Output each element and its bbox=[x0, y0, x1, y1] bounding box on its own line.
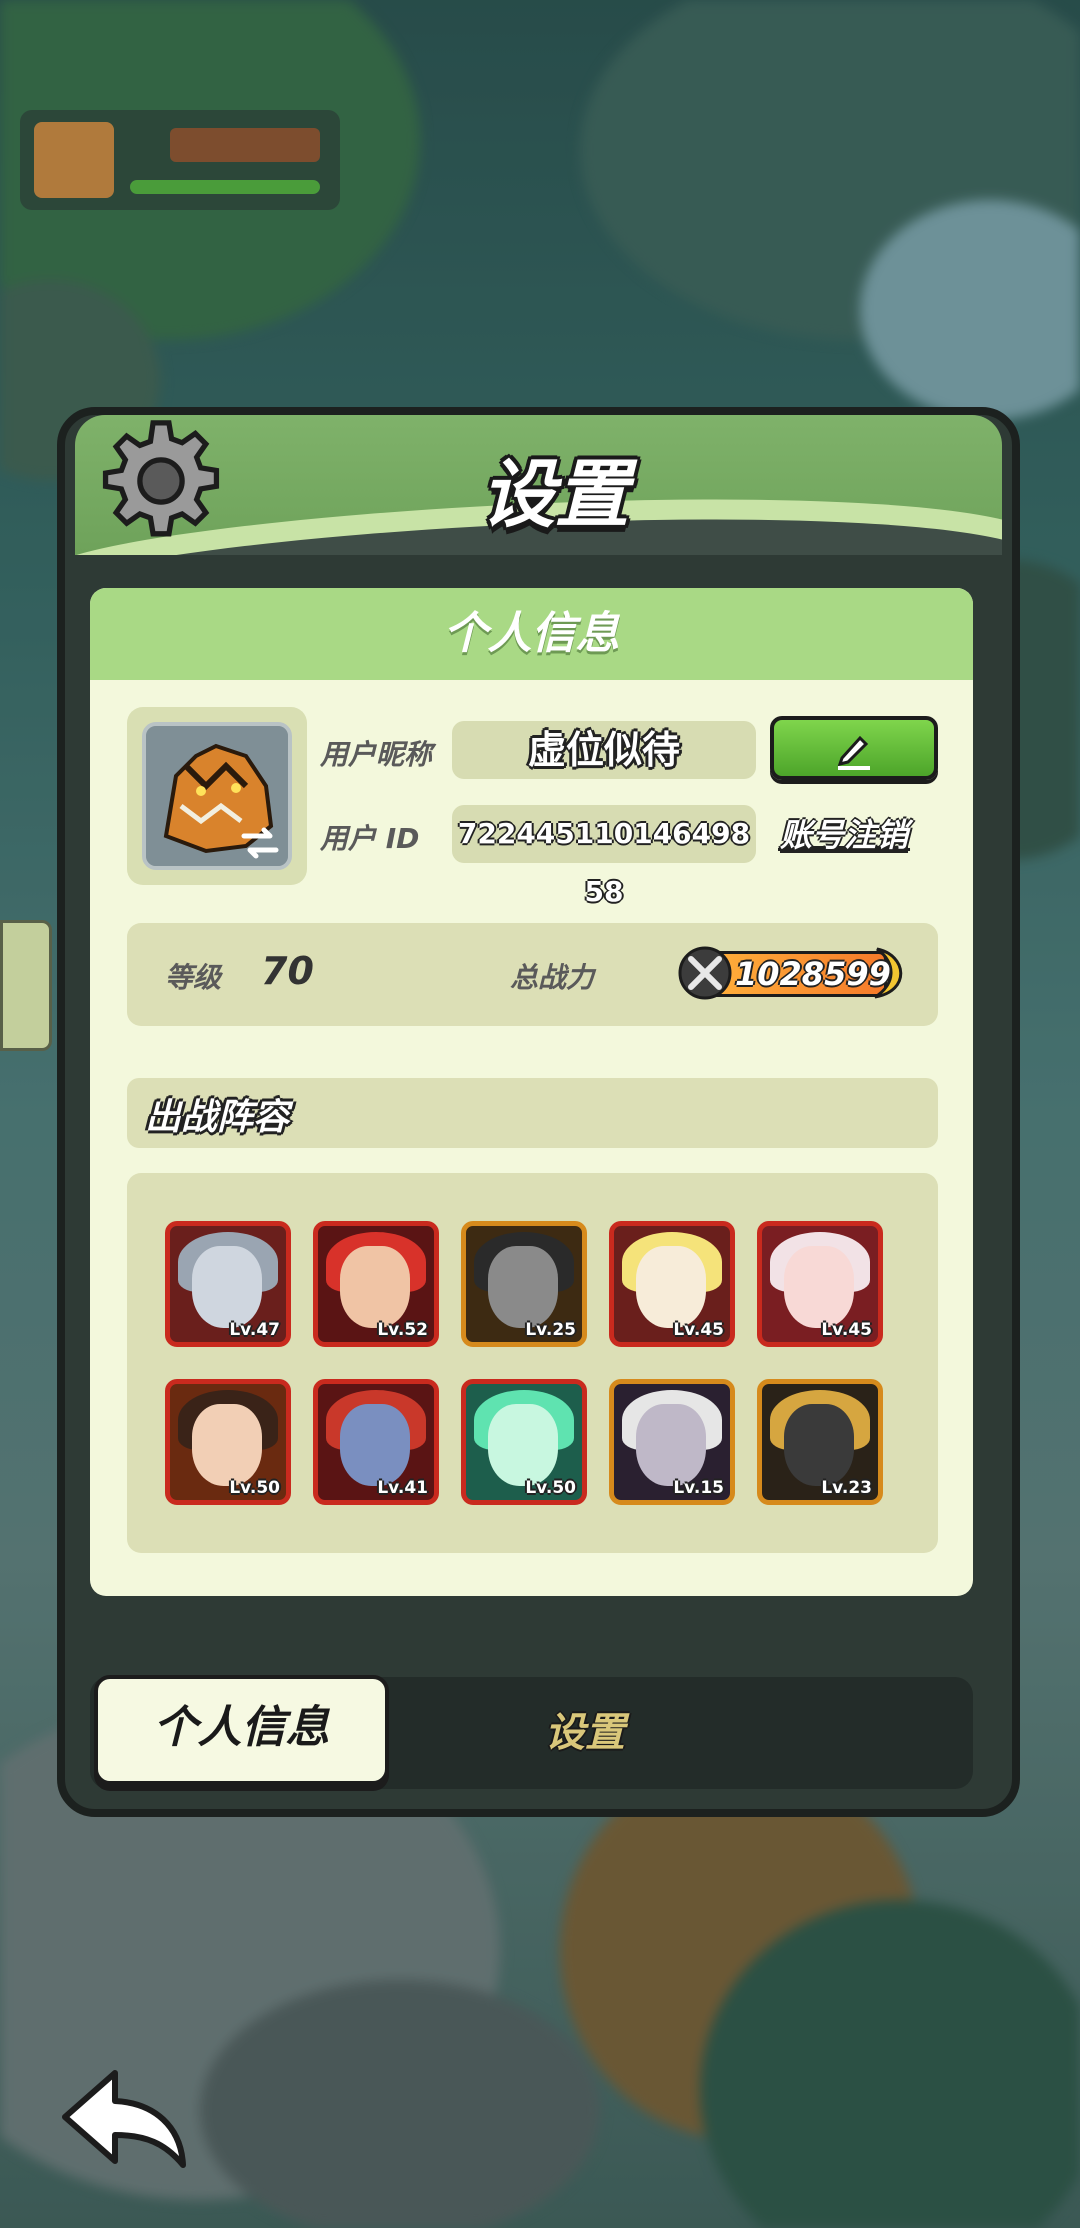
pencil-icon bbox=[837, 735, 870, 770]
edit-nickname-button[interactable] bbox=[770, 716, 938, 780]
power-label: 总战力 bbox=[510, 961, 595, 994]
power-badge: 1028599 bbox=[677, 945, 907, 1001]
level-value: 70 bbox=[261, 949, 314, 993]
user-id-label: 用户 ID bbox=[320, 822, 420, 855]
nickname-label: 用户昵称 bbox=[320, 738, 433, 771]
nickname-field: 虚位似待 bbox=[452, 721, 756, 779]
hero-portrait bbox=[784, 1246, 854, 1328]
hero-portrait bbox=[192, 1246, 262, 1328]
hero-portrait bbox=[340, 1404, 410, 1486]
back-arrow-icon[interactable] bbox=[55, 2065, 195, 2175]
hero-card[interactable]: Lv.50 bbox=[461, 1379, 587, 1505]
hero-level: Lv.50 bbox=[229, 1478, 280, 1498]
hero-level: Lv.41 bbox=[377, 1478, 428, 1498]
power-value: 1028599 bbox=[735, 955, 891, 993]
hero-level: Lv.23 bbox=[821, 1478, 872, 1498]
hero-card[interactable]: Lv.25 bbox=[461, 1221, 587, 1347]
hud-exp-bar bbox=[130, 180, 320, 194]
hero-level: Lv.52 bbox=[377, 1320, 428, 1340]
hero-portrait bbox=[488, 1404, 558, 1486]
hero-level: Lv.25 bbox=[525, 1320, 576, 1340]
avatar[interactable] bbox=[142, 722, 292, 870]
stats-row: 等级 70 总战力 1028599 bbox=[127, 923, 938, 1026]
tab-settings-label: 设置 bbox=[545, 1710, 625, 1756]
hero-card[interactable]: Lv.15 bbox=[609, 1379, 735, 1505]
hero-card[interactable]: Lv.45 bbox=[757, 1221, 883, 1347]
level-label: 等级 bbox=[165, 961, 222, 994]
hero-portrait bbox=[636, 1246, 706, 1328]
swap-icon[interactable] bbox=[240, 826, 280, 860]
lineup-title: 出战阵容 bbox=[145, 1097, 290, 1138]
hero-level: Lv.47 bbox=[229, 1320, 280, 1340]
side-menu-tab[interactable] bbox=[0, 920, 52, 1051]
player-hud bbox=[20, 110, 340, 210]
crossed-swords-icon bbox=[678, 946, 732, 1000]
hero-portrait bbox=[192, 1404, 262, 1486]
hero-portrait bbox=[340, 1246, 410, 1328]
panel-title: 个人信息 bbox=[90, 588, 973, 680]
hero-card[interactable]: Lv.41 bbox=[313, 1379, 439, 1505]
hero-card[interactable]: Lv.45 bbox=[609, 1221, 735, 1347]
hero-card[interactable]: Lv.50 bbox=[165, 1379, 291, 1505]
avatar-frame[interactable] bbox=[127, 707, 307, 885]
hud-name-plate bbox=[170, 128, 320, 162]
tab-personal-info[interactable]: 个人信息 bbox=[94, 1675, 389, 1785]
hero-portrait bbox=[636, 1404, 706, 1486]
hero-card[interactable]: Lv.47 bbox=[165, 1221, 291, 1347]
lineup-header: 出战阵容 bbox=[127, 1078, 938, 1148]
hero-level: Lv.45 bbox=[821, 1320, 872, 1340]
hero-level: Lv.50 bbox=[525, 1478, 576, 1498]
tab-settings[interactable]: 设置 bbox=[485, 1705, 685, 1761]
user-id-field: 722445110146498 58 bbox=[452, 805, 756, 908]
lineup-grid: Lv.47 Lv.52 Lv.25 Lv.45 Lv.45 Lv.50 Lv.41 Lv.50… bbox=[127, 1173, 938, 1553]
dialog-title: 设置 bbox=[481, 452, 629, 538]
hero-level: Lv.45 bbox=[673, 1320, 724, 1340]
gear-icon bbox=[102, 420, 220, 537]
tab-personal-info-label: 个人信息 bbox=[153, 1702, 330, 1753]
settings-dialog: 设置 个人信息 用户昵称 虚位似待 用户 ID 722445110146498 … bbox=[57, 407, 1020, 1817]
hero-card[interactable]: Lv.23 bbox=[757, 1379, 883, 1505]
personal-info-panel: 个人信息 用户昵称 虚位似待 用户 ID 722445110146498 58 … bbox=[90, 588, 973, 1596]
hero-level: Lv.15 bbox=[673, 1478, 724, 1498]
hero-portrait bbox=[488, 1246, 558, 1328]
account-logout-link[interactable]: 账号注销 bbox=[780, 810, 908, 856]
hero-card[interactable]: Lv.52 bbox=[313, 1221, 439, 1347]
hero-portrait bbox=[784, 1404, 854, 1486]
hud-portrait bbox=[34, 122, 114, 198]
